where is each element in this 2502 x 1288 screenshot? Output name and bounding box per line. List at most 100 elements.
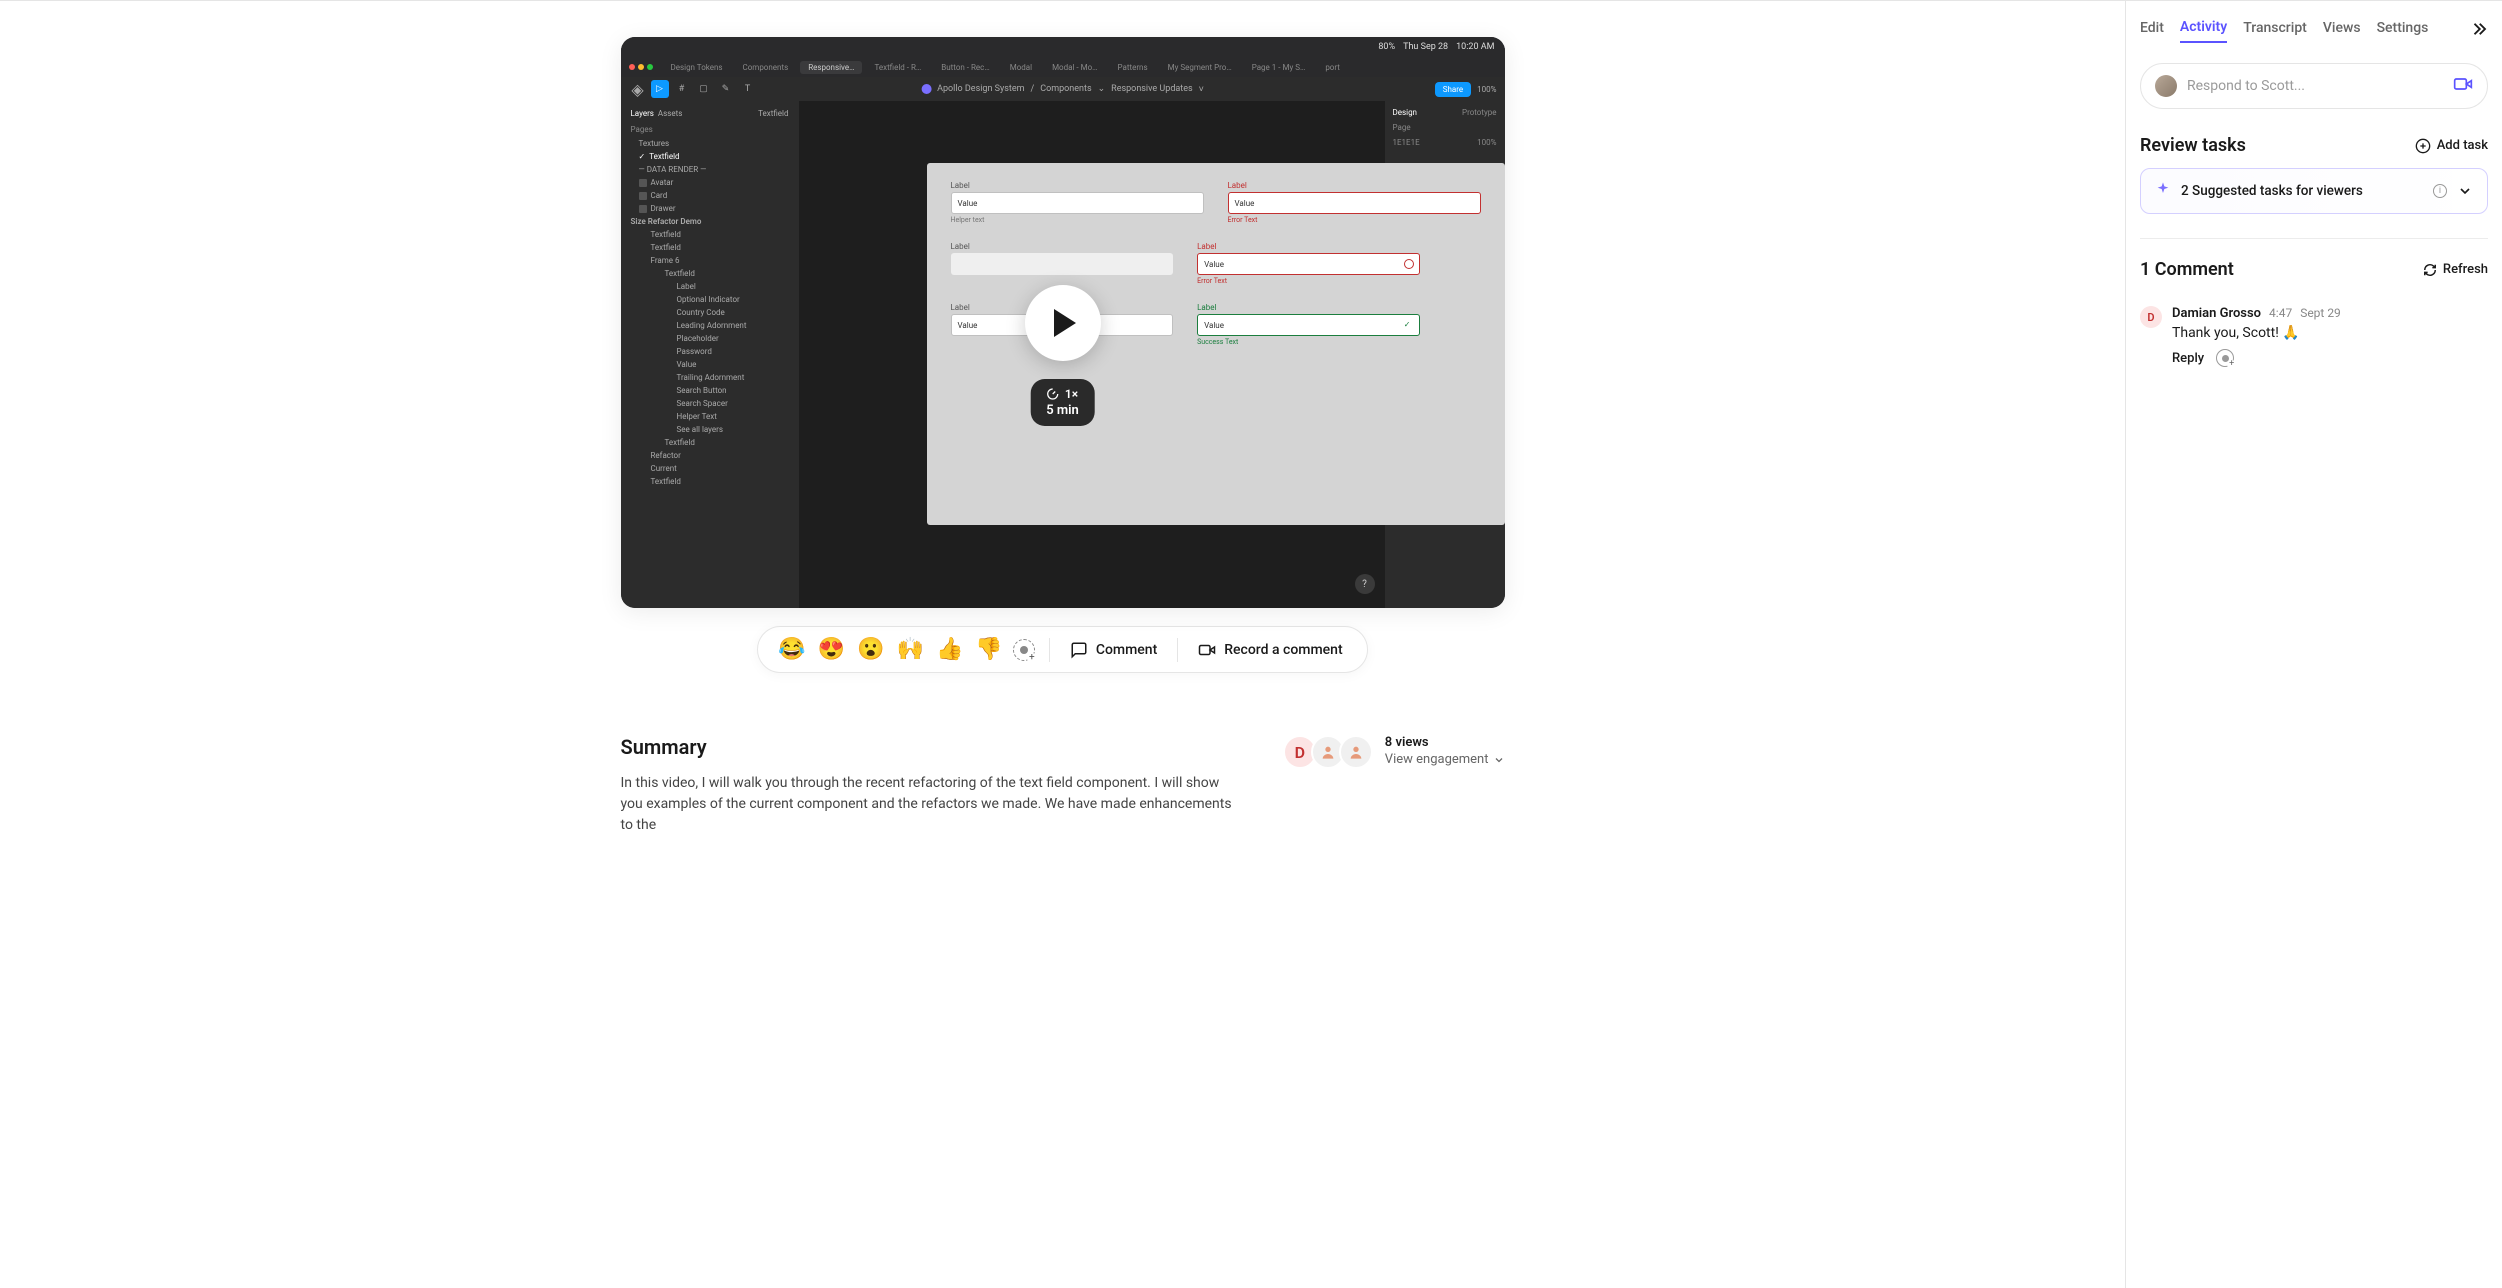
layer-item: Refactor [621, 449, 799, 462]
text-tool-icon: T [739, 80, 757, 98]
record-response-button[interactable] [2453, 74, 2473, 98]
assets-tab: Assets [658, 109, 682, 118]
layer-item: Leading Adornment [621, 319, 799, 332]
figma-canvas: Label Value Helper text Label Value Erro… [799, 101, 1385, 608]
sparkle-icon [2155, 181, 2171, 201]
bg-color: 1E1E1E [1393, 138, 1420, 147]
sidebar: Edit Activity Transcript Views Settings … [2125, 0, 2502, 1288]
refresh-button[interactable]: Refresh [2423, 262, 2488, 277]
error-text: Error Text [1197, 277, 1420, 285]
figma-toolbar: ◈ ▷ # ▢ ✎ T Apollo Design System / Compo… [621, 77, 1505, 101]
page-section: Page [1393, 123, 1411, 132]
comment-button[interactable]: Comment [1064, 637, 1163, 663]
design-tab: Design [1393, 108, 1417, 117]
chevron-double-right-icon [2470, 20, 2488, 38]
video-icon [1198, 641, 1216, 659]
crumb-segment: Apollo Design System [937, 84, 1024, 94]
user-avatar [2155, 75, 2177, 97]
field-label-error: Label [1228, 181, 1481, 190]
layer-item: Password [621, 345, 799, 358]
bg-opacity: 100% [1477, 138, 1496, 147]
add-emoji-button[interactable] [1013, 639, 1035, 661]
traffic-lights [629, 64, 653, 70]
video-icon [2453, 74, 2473, 94]
page-dropdown: Textfield [758, 109, 788, 118]
layer-item: Textfield [621, 228, 799, 241]
play-button[interactable] [1025, 285, 1101, 361]
respond-placeholder: Respond to Scott... [2187, 78, 2443, 94]
layer-item: Placeholder [621, 332, 799, 345]
comment-date: Sept 29 [2300, 306, 2341, 320]
respond-input[interactable]: Respond to Scott... [2140, 63, 2488, 109]
tab-item: Modal - Mo… [1044, 61, 1105, 74]
page-item: Drawer [621, 202, 799, 215]
emoji-thumbs-up[interactable]: 👍 [934, 635, 965, 664]
alert-icon [1404, 259, 1414, 269]
tab-item: Page 1 - My S… [1244, 61, 1314, 74]
reply-button[interactable]: Reply [2172, 351, 2204, 366]
add-reaction-button[interactable] [2216, 349, 2234, 367]
divider [1049, 638, 1050, 662]
person-icon [1348, 744, 1364, 760]
comment-label: Comment [1096, 642, 1157, 658]
figma-logo-icon: ◈ [629, 80, 647, 98]
prototype-tab: Prototype [1462, 108, 1496, 117]
text-input-error: Value [1228, 192, 1481, 214]
emoji-raised-hands[interactable]: 🙌 [895, 635, 926, 664]
record-comment-button[interactable]: Record a comment [1192, 637, 1348, 663]
person-icon [1320, 744, 1336, 760]
gauge-icon [1047, 388, 1059, 400]
field-label: Label [951, 181, 1204, 190]
field-label-success: Label [1197, 303, 1420, 312]
group-header: Size Refactor Demo [621, 215, 799, 228]
layer-item: Trailing Adornment [621, 371, 799, 384]
emoji-heart-eyes[interactable]: 😍 [816, 635, 847, 664]
emoji-thumbs-down[interactable]: 👎 [973, 635, 1004, 664]
tab-item: Patterns [1110, 61, 1156, 74]
viewer-avatars[interactable]: D [1283, 735, 1373, 769]
refresh-icon [2423, 263, 2437, 277]
shape-tool-icon: ▢ [695, 80, 713, 98]
chevron-down-icon [2457, 183, 2473, 199]
info-icon[interactable]: i [2433, 184, 2447, 198]
tab-views[interactable]: Views [2323, 20, 2361, 42]
record-label: Record a comment [1224, 642, 1342, 658]
view-engagement-link[interactable]: View engagement [1385, 752, 1505, 767]
frame-tool-icon: # [673, 80, 691, 98]
collapse-sidebar-button[interactable] [2470, 20, 2488, 42]
tab-transcript[interactable]: Transcript [2243, 20, 2307, 42]
layer-item: Value [621, 358, 799, 371]
comment-timestamp[interactable]: 4:47 [2269, 306, 2292, 320]
field-label-error: Label [1197, 242, 1420, 251]
chevron-down-icon [1493, 754, 1505, 766]
menubar-time: 10:20 AM [1456, 42, 1494, 52]
video-thumbnail[interactable]: 80% Thu Sep 28 10:20 AM Design Tokens Co… [621, 37, 1505, 608]
layer-item: Search Spacer [621, 397, 799, 410]
playback-info[interactable]: 1× 5 min [1030, 379, 1095, 426]
emoji-open-mouth[interactable]: 😮 [855, 635, 886, 664]
figma-left-panel: Layers Assets Textfield Pages Textures ✓… [621, 101, 799, 608]
help-icon: ? [1355, 574, 1375, 594]
add-task-button[interactable]: Add task [2415, 138, 2488, 154]
views-count: 8 views [1385, 735, 1505, 750]
page-item: ✓ Textfield [621, 150, 799, 163]
layer-item: Helper Text [621, 410, 799, 423]
suggested-tasks-box[interactable]: 2 Suggested tasks for viewers i [2140, 168, 2488, 214]
tab-item: Textfield - R… [866, 61, 929, 74]
layer-item: Current [621, 462, 799, 475]
tab-activity[interactable]: Activity [2180, 19, 2227, 43]
layer-item: Optional Indicator [621, 293, 799, 306]
layers-tab: Layers [631, 109, 654, 118]
layer-item: Frame 6 [621, 254, 799, 267]
tab-edit[interactable]: Edit [2140, 20, 2164, 42]
layer-item: See all layers [621, 423, 799, 436]
tab-settings[interactable]: Settings [2377, 20, 2429, 42]
tab-item: Components [735, 61, 797, 74]
plus-circle-icon [2415, 138, 2431, 154]
layer-item: Search Button [621, 384, 799, 397]
zoom-level: 100% [1477, 85, 1496, 94]
text-input-success: Value✓ [1197, 314, 1420, 336]
crumb-segment: Responsive Updates [1111, 84, 1192, 94]
menubar-date: Thu Sep 28 [1403, 42, 1448, 52]
emoji-joy[interactable]: 😂 [776, 635, 807, 664]
